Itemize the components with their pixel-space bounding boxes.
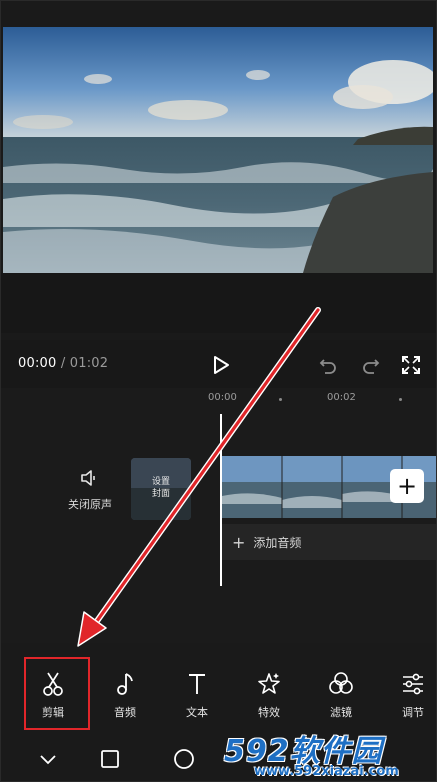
- ruler-label: 00:00: [208, 392, 237, 403]
- seascape-frame: [3, 27, 433, 273]
- sliders-icon: [400, 670, 426, 698]
- watermark: 592软件园 www.592xiazai.com: [218, 722, 437, 782]
- speaker-icon: [81, 470, 95, 486]
- total-time: 01:02: [69, 356, 109, 371]
- tool-label: 调节: [402, 706, 424, 719]
- fullscreen-icon[interactable]: [398, 352, 424, 378]
- playback-bar: 00:00 / 01:02: [0, 340, 437, 390]
- tool-label: 音频: [114, 706, 136, 719]
- cover-label-line2: 封面: [151, 489, 170, 499]
- current-time: 00:00: [18, 356, 57, 371]
- ruler-dot: [279, 398, 282, 401]
- time-readout: 00:00 / 01:02: [18, 356, 108, 371]
- cover-label: 设置 封面: [131, 476, 191, 500]
- time-separator: /: [60, 356, 66, 371]
- tool-text[interactable]: 文本: [169, 658, 225, 724]
- video-editor-screen: 00:00 / 01:02 00:00 00:02 关闭原声 设置 封面 + +…: [0, 0, 437, 782]
- add-audio-button[interactable]: + 添加音频: [222, 524, 437, 560]
- tool-effects[interactable]: 特效: [241, 658, 297, 724]
- tool-label: 滤镜: [330, 706, 352, 719]
- tool-label: 特效: [258, 706, 280, 719]
- preview-spacer: [0, 273, 437, 333]
- filter-circles-icon: [328, 670, 354, 698]
- watermark-url: www.592xiazai.com: [254, 764, 399, 779]
- play-icon[interactable]: [208, 352, 234, 378]
- mute-original-sound-button[interactable]: 关闭原声: [60, 468, 120, 512]
- add-clip-button[interactable]: +: [390, 469, 424, 503]
- timeline[interactable]: 00:00 00:02 关闭原声 设置 封面 + + 添加音频: [0, 388, 437, 643]
- mute-label: 关闭原声: [68, 498, 112, 511]
- set-cover-button[interactable]: 设置 封面: [131, 458, 191, 520]
- redo-icon[interactable]: [358, 352, 384, 378]
- square-icon[interactable]: [98, 747, 122, 771]
- edit-highlight-box: [24, 657, 90, 730]
- circle-icon[interactable]: [172, 747, 196, 771]
- sparkle-star-icon: [256, 670, 282, 698]
- music-note-icon: [112, 670, 138, 698]
- cover-label-line1: 设置: [151, 477, 170, 487]
- back-chevron-icon[interactable]: [36, 747, 60, 771]
- add-audio-label: 添加音频: [253, 535, 302, 550]
- tool-adjust[interactable]: 调节: [385, 658, 437, 724]
- plus-icon: +: [232, 532, 246, 552]
- tool-filters[interactable]: 滤镜: [313, 658, 369, 724]
- text-icon: [184, 670, 210, 698]
- playhead[interactable]: [220, 414, 222, 586]
- video-preview[interactable]: [3, 27, 433, 273]
- tool-audio[interactable]: 音频: [97, 658, 153, 724]
- ruler-label: 00:02: [327, 392, 356, 403]
- undo-icon[interactable]: [315, 352, 341, 378]
- time-ruler: 00:00 00:02: [0, 388, 437, 410]
- ruler-dot: [399, 398, 402, 401]
- tool-label: 文本: [186, 706, 208, 719]
